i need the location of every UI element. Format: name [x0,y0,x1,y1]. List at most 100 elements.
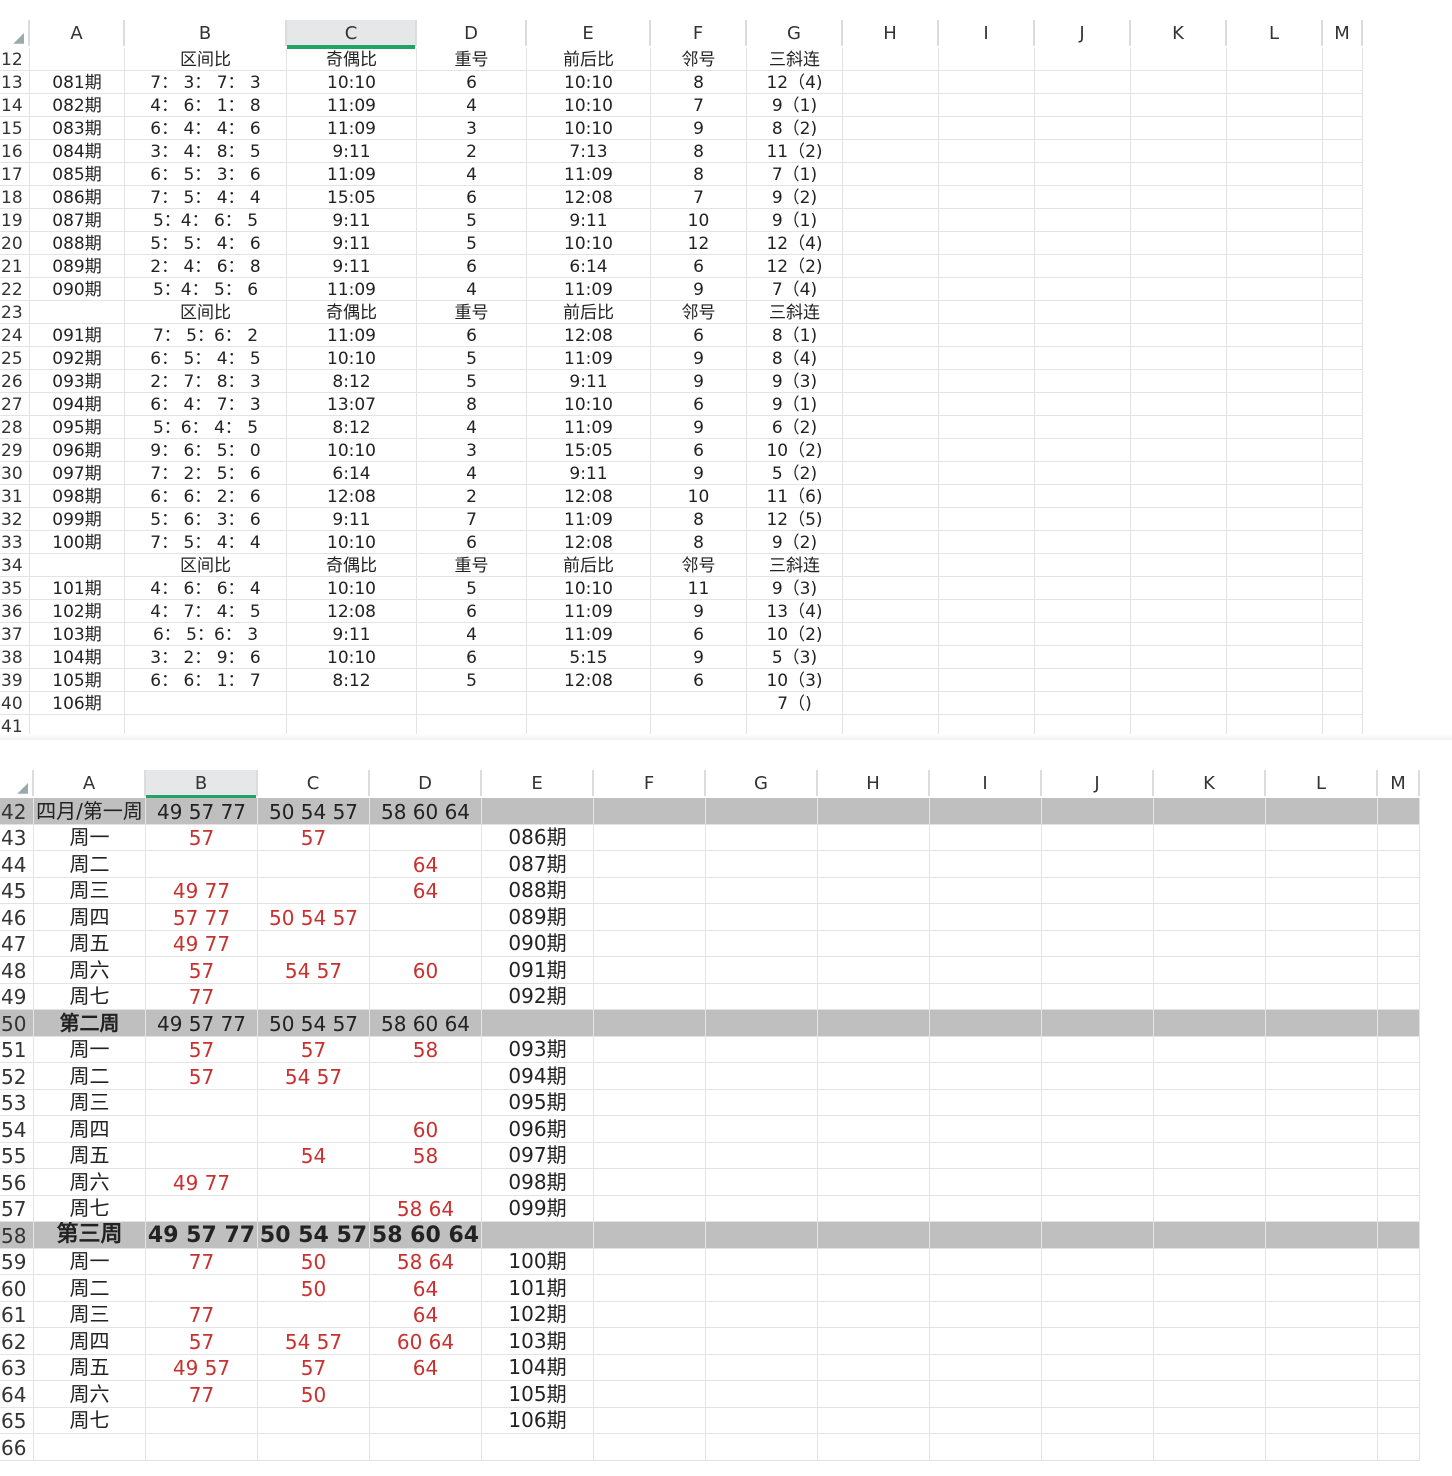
cell-m12[interactable] [1323,48,1363,70]
row-number[interactable]: 64 [0,1381,34,1407]
cell-h65[interactable] [818,1407,930,1433]
cell-e37[interactable]: 11:09 [527,623,651,645]
cell-i37[interactable] [939,623,1035,645]
cell-f66[interactable] [594,1434,706,1460]
cell-e35[interactable]: 10:10 [527,577,651,599]
cell-i58[interactable] [930,1222,1042,1248]
cell-l63[interactable] [1266,1354,1378,1380]
cell-d37[interactable]: 4 [417,623,527,645]
cell-j59[interactable] [1042,1248,1154,1274]
cell-e58[interactable] [482,1222,594,1248]
cell-i57[interactable] [930,1195,1042,1221]
cell-j34[interactable] [1035,554,1131,576]
row-number[interactable]: 34 [0,554,30,576]
cell-c37[interactable]: 9:11 [287,623,417,645]
cell-b43[interactable]: 57 [146,824,258,850]
cell-j55[interactable] [1042,1142,1154,1168]
cell-c12[interactable]: 奇偶比 [287,48,417,70]
cell-d64[interactable] [370,1381,482,1407]
row-number[interactable]: 45 [0,877,34,903]
cell-b62[interactable]: 57 [146,1328,258,1354]
cell-b33[interactable]: 7： 5： 4： 4 [125,531,287,553]
cell-j17[interactable] [1035,163,1131,185]
cell-a17[interactable]: 085期 [30,163,125,185]
cell-h57[interactable] [818,1195,930,1221]
cell-c45[interactable] [258,877,370,903]
cell-b53[interactable] [146,1089,258,1115]
cell-e61[interactable]: 102期 [482,1301,594,1327]
cell-f36[interactable]: 9 [651,600,747,622]
cell-g37[interactable]: 10（2) [747,623,843,645]
row-number[interactable]: 65 [0,1407,34,1433]
cell-h30[interactable] [843,462,939,484]
cell-j28[interactable] [1035,416,1131,438]
cell-f25[interactable]: 9 [651,347,747,369]
cell-e17[interactable]: 11:09 [527,163,651,185]
cell-h34[interactable] [843,554,939,576]
cell-f33[interactable]: 8 [651,531,747,553]
cell-h42[interactable] [818,798,930,824]
cell-c52[interactable]: 54 57 [258,1063,370,1089]
cell-a66[interactable] [34,1434,146,1460]
cell-a45[interactable]: 周三 [34,877,146,903]
cell-k57[interactable] [1154,1195,1266,1221]
cell-d26[interactable]: 5 [417,370,527,392]
cell-i36[interactable] [939,600,1035,622]
cell-m46[interactable] [1378,904,1420,930]
cell-j32[interactable] [1035,508,1131,530]
column-header-j[interactable]: J [1035,20,1131,46]
cell-d52[interactable] [370,1063,482,1089]
cell-e38[interactable]: 5:15 [527,646,651,668]
cell-c64[interactable]: 50 [258,1381,370,1407]
cell-i38[interactable] [939,646,1035,668]
cell-j47[interactable] [1042,930,1154,956]
cell-m57[interactable] [1378,1195,1420,1221]
cell-f49[interactable] [594,983,706,1009]
cell-c43[interactable]: 57 [258,824,370,850]
cell-h21[interactable] [843,255,939,277]
cell-m59[interactable] [1378,1248,1420,1274]
column-header-c[interactable]: C [287,20,417,49]
cell-j40[interactable] [1035,692,1131,714]
cell-g23[interactable]: 三斜连 [747,301,843,323]
column-header-k[interactable]: K [1154,770,1266,796]
cell-f58[interactable] [594,1222,706,1248]
cell-a42[interactable]: 四月/第一周 [34,798,146,824]
cell-m30[interactable] [1323,462,1363,484]
cell-f40[interactable] [651,692,747,714]
cell-d53[interactable] [370,1089,482,1115]
cell-g47[interactable] [706,930,818,956]
cell-d49[interactable] [370,983,482,1009]
cell-k58[interactable] [1154,1222,1266,1248]
cell-a46[interactable]: 周四 [34,904,146,930]
cell-g19[interactable]: 9（1) [747,209,843,231]
cell-j12[interactable] [1035,48,1131,70]
cell-c40[interactable] [287,692,417,714]
row-number[interactable]: 47 [0,930,34,956]
cell-m64[interactable] [1378,1381,1420,1407]
cell-k29[interactable] [1131,439,1227,461]
cell-a50[interactable]: 第二周 [34,1010,146,1036]
cell-c17[interactable]: 11:09 [287,163,417,185]
cell-g52[interactable] [706,1063,818,1089]
cell-a30[interactable]: 097期 [30,462,125,484]
cell-h23[interactable] [843,301,939,323]
cell-b66[interactable] [146,1434,258,1460]
cell-a39[interactable]: 105期 [30,669,125,691]
cell-c35[interactable]: 10:10 [287,577,417,599]
cell-b63[interactable]: 49 57 [146,1354,258,1380]
cell-d43[interactable] [370,824,482,850]
cell-h27[interactable] [843,393,939,415]
cell-h16[interactable] [843,140,939,162]
cell-e59[interactable]: 100期 [482,1248,594,1274]
cell-k55[interactable] [1154,1142,1266,1168]
cell-l32[interactable] [1227,508,1323,530]
cell-e21[interactable]: 6:14 [527,255,651,277]
cell-i59[interactable] [930,1248,1042,1274]
cell-e64[interactable]: 105期 [482,1381,594,1407]
cell-k33[interactable] [1131,531,1227,553]
cell-j51[interactable] [1042,1036,1154,1062]
cell-m66[interactable] [1378,1434,1420,1460]
cell-g57[interactable] [706,1195,818,1221]
cell-d14[interactable]: 4 [417,94,527,116]
